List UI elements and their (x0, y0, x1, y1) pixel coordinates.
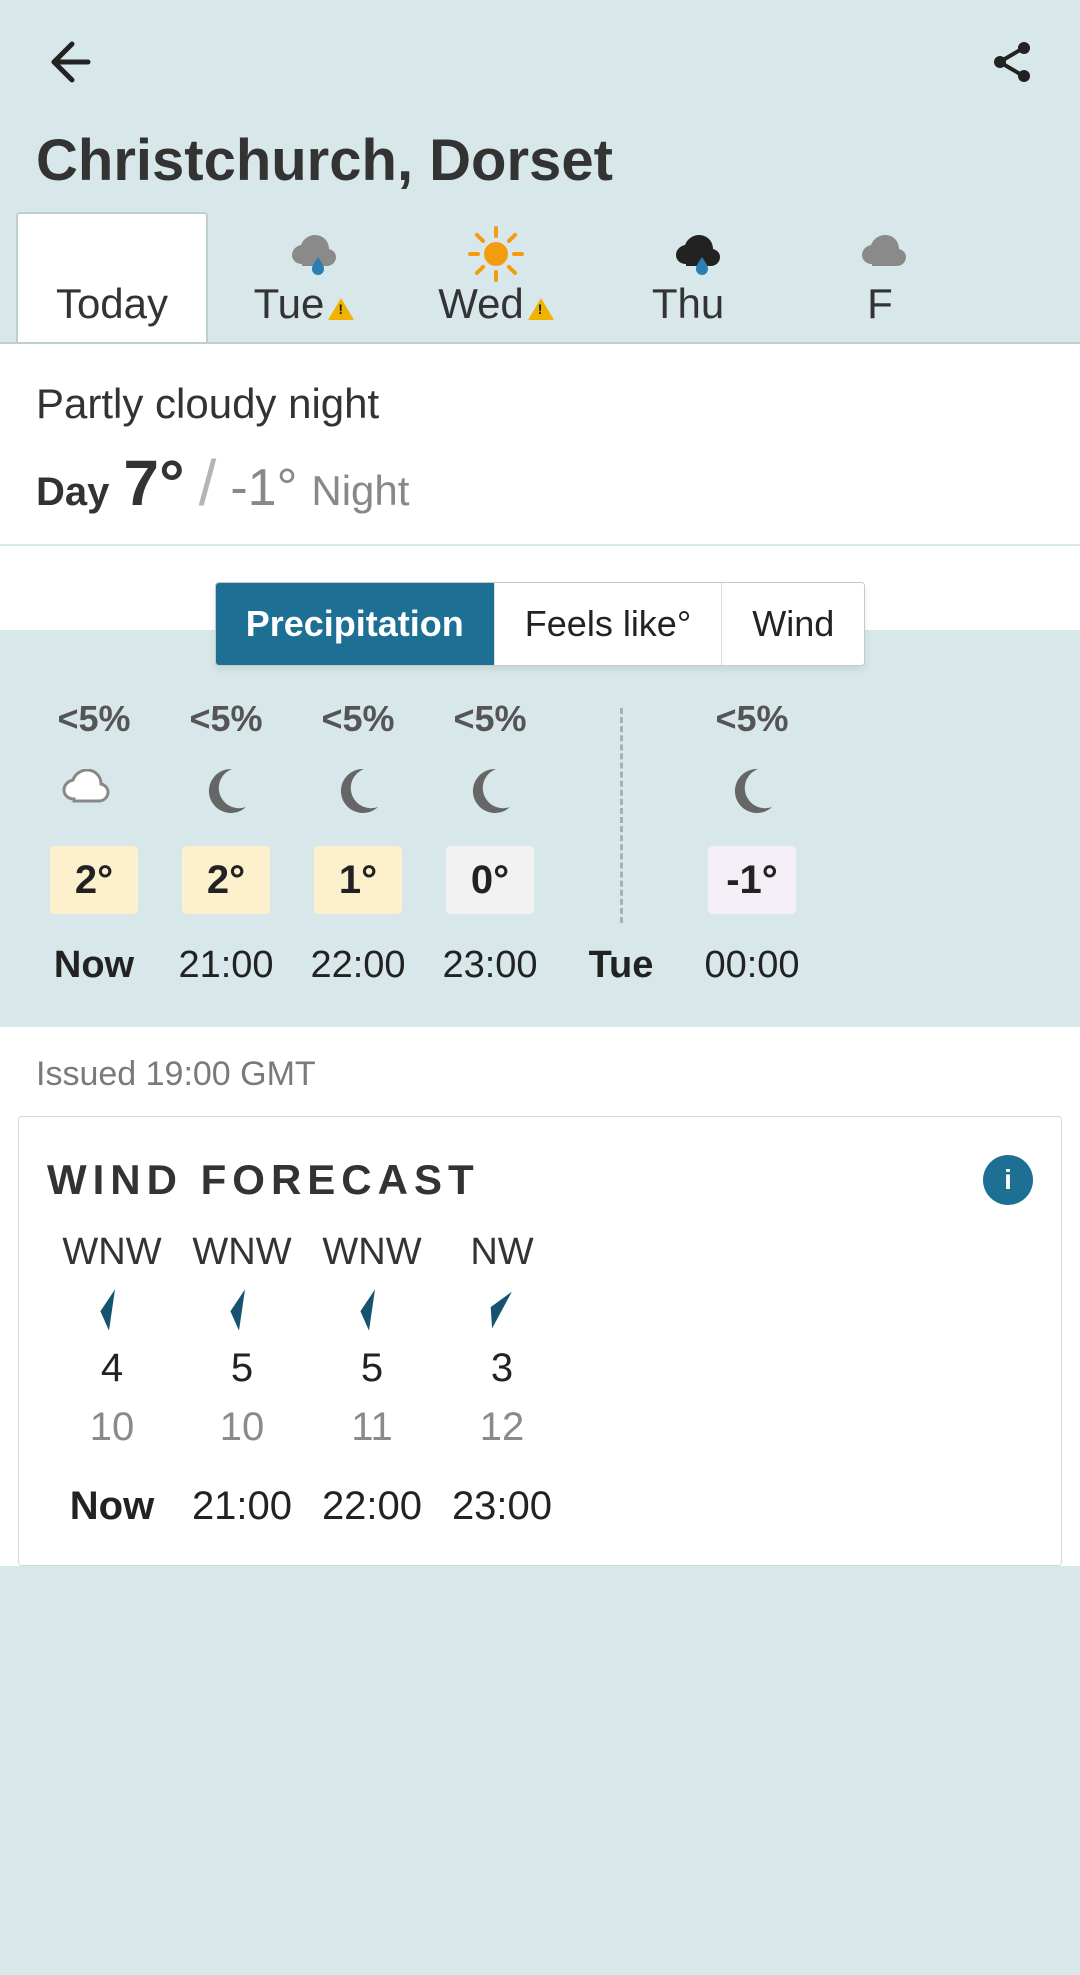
hour-time: 00:00 (704, 932, 799, 987)
next-day-label: Tue (589, 932, 654, 987)
wind-speed: 5 (361, 1346, 383, 1391)
wind-arrow-icon (218, 1288, 266, 1332)
day-separator: Tue (556, 698, 686, 987)
hour-column[interactable]: <5% 1° 22:00 (292, 698, 424, 987)
day-tab-label: Wed (438, 280, 524, 328)
wind-time: 21:00 (192, 1464, 292, 1529)
hourly-forecast[interactable]: <5% 2° Now <5% 2° 21:00 <5% 1° 22:00 <5% 0° 23:00 Tu… (0, 630, 1080, 1027)
back-arrow-icon (44, 38, 92, 86)
day-tab-label: Thu (652, 280, 724, 328)
weather-icon (330, 758, 386, 828)
wind-column: WNW 4 10 Now (47, 1231, 177, 1529)
hour-time: 21:00 (178, 932, 273, 987)
wind-forecast-card: WIND FORECAST i WNW 4 10 Now WNW 5 10 21:00 WNW 5… (18, 1116, 1062, 1566)
wind-arrow-icon (478, 1288, 526, 1332)
wind-column: WNW 5 11 22:00 (307, 1231, 437, 1529)
tab-weather-icon (212, 228, 396, 280)
wind-speed: 3 (491, 1346, 513, 1391)
day-label: Day (36, 470, 109, 515)
precip-value: <5% (321, 698, 394, 740)
day-tab-thu[interactable]: Thu (592, 214, 784, 342)
wind-info-button[interactable]: i (983, 1155, 1033, 1205)
weather-icon (462, 758, 518, 828)
hour-temp: 0° (446, 846, 534, 914)
back-button[interactable] (36, 30, 100, 97)
segment-precipitation[interactable]: Precipitation (216, 583, 494, 665)
warning-icon (528, 298, 554, 320)
day-night-temps: Day 7° / -1° Night (36, 446, 1044, 520)
weather-icon (54, 758, 134, 828)
wind-direction: NW (470, 1231, 533, 1274)
precip-value: <5% (189, 698, 262, 740)
share-icon (988, 38, 1036, 86)
day-tab-label: Today (56, 280, 168, 328)
wind-time: Now (70, 1464, 154, 1529)
weather-icon (724, 758, 780, 828)
hour-temp: 2° (182, 846, 270, 914)
warning-icon (328, 298, 354, 320)
wind-time: 22:00 (322, 1464, 422, 1529)
day-tab-wed[interactable]: Wed (400, 214, 592, 342)
hour-temp: 1° (314, 846, 402, 914)
share-button[interactable] (980, 30, 1044, 97)
hour-time: Now (54, 932, 134, 987)
wind-column: WNW 5 10 21:00 (177, 1231, 307, 1529)
wind-direction: WNW (322, 1231, 421, 1274)
wind-gust: 12 (480, 1405, 525, 1450)
wind-gust: 10 (90, 1405, 135, 1450)
condition-text: Partly cloudy night (36, 380, 1044, 428)
wind-arrow-icon (348, 1288, 396, 1332)
wind-forecast-title: WIND FORECAST (47, 1156, 480, 1204)
day-tab-tue[interactable]: Tue (208, 214, 400, 342)
wind-gust: 10 (220, 1405, 265, 1450)
tab-weather-icon (788, 228, 972, 280)
wind-direction: WNW (62, 1231, 161, 1274)
day-tab-today[interactable]: Today (16, 212, 208, 342)
day-tab-label: F (867, 280, 893, 328)
hour-column[interactable]: <5% 0° 23:00 (424, 698, 556, 987)
precip-value: <5% (715, 698, 788, 740)
hour-column[interactable]: <5% 2° Now (28, 698, 160, 987)
day-tab-f[interactable]: F (784, 214, 976, 342)
wind-time: 23:00 (452, 1464, 552, 1529)
summary-panel: Partly cloudy night Day 7° / -1° Night (0, 344, 1080, 546)
precip-value: <5% (57, 698, 130, 740)
hour-time: 22:00 (310, 932, 405, 987)
precip-value: <5% (453, 698, 526, 740)
day-temp: 7° (123, 446, 184, 520)
wind-speed: 5 (231, 1346, 253, 1391)
issued-time: Issued 19:00 GMT (0, 1027, 1080, 1116)
temp-divider-icon: / (199, 446, 217, 520)
segment-feelslike[interactable]: Feels like° (494, 583, 721, 665)
weather-icon (198, 758, 254, 828)
tab-weather-icon (596, 228, 780, 280)
wind-direction: WNW (192, 1231, 291, 1274)
hour-time: 23:00 (442, 932, 537, 987)
location-title: Christchurch, Dorset (0, 117, 1080, 212)
tab-weather-icon (22, 228, 202, 280)
day-tabs: Today Tue Wed Thu F (0, 212, 1080, 344)
night-label: Night (311, 467, 409, 515)
day-tab-label: Tue (254, 280, 325, 328)
hour-column[interactable]: <5% -1° 00:00 (686, 698, 818, 987)
hour-column[interactable]: <5% 2° 21:00 (160, 698, 292, 987)
tab-weather-icon (404, 228, 588, 280)
wind-arrow-icon (88, 1288, 136, 1332)
hour-temp: -1° (708, 846, 796, 914)
hour-temp: 2° (50, 846, 138, 914)
segment-control: PrecipitationFeels like°Wind (215, 582, 866, 666)
segment-wind[interactable]: Wind (721, 583, 864, 665)
wind-gust: 11 (351, 1405, 393, 1450)
wind-speed: 4 (101, 1346, 123, 1391)
wind-forecast-row[interactable]: WNW 4 10 Now WNW 5 10 21:00 WNW 5 11 22:00 NW 3 12 23:0… (47, 1231, 1033, 1529)
night-temp: -1° (230, 458, 297, 518)
wind-column: NW 3 12 23:00 (437, 1231, 567, 1529)
